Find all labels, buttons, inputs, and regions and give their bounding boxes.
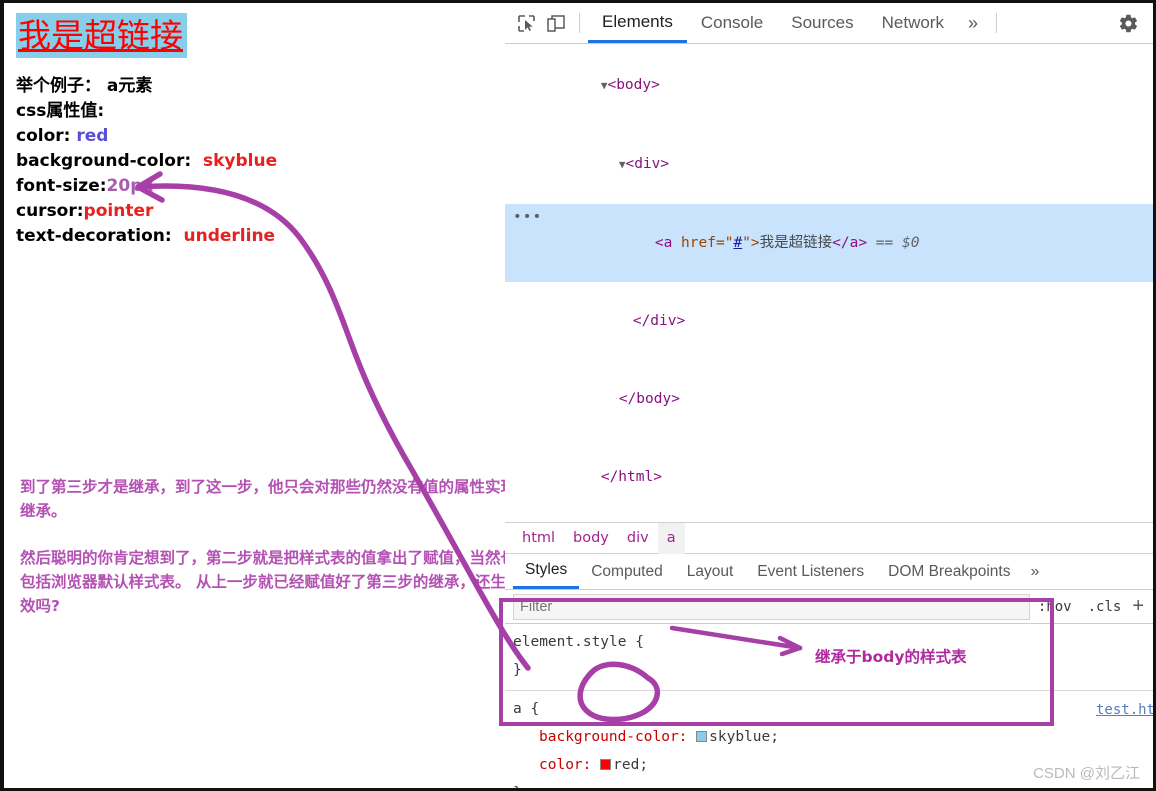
rule-selector: a { <box>513 701 540 717</box>
note-label: css属性值: <box>16 101 105 122</box>
declaration[interactable]: background-color: skyblue; <box>513 723 1153 751</box>
dom-line[interactable]: ▼<body> <box>505 46 1153 125</box>
filter-input[interactable] <box>513 593 1030 620</box>
declaration-value[interactable]: red; <box>613 757 648 773</box>
breadcrumb-item-html[interactable]: html <box>513 523 564 554</box>
breadcrumb-item-body[interactable]: body <box>564 523 618 554</box>
css-notes-list: 举个例子： a元素 css属性值: color: red background-… <box>16 74 505 249</box>
tab-network[interactable]: Network <box>868 3 958 43</box>
sidebar-tabs: Styles Computed Layout Event Listeners D… <box>505 554 1153 590</box>
screenshot-root: 我是超链接 举个例子： a元素 css属性值: color: red backg… <box>0 0 1156 791</box>
dom-line[interactable]: </html> <box>505 438 1153 516</box>
inherited-annotation-label: 继承于body的样式表 <box>815 648 967 666</box>
tab-dom-breakpoints[interactable]: DOM Breakpoints <box>876 554 1022 589</box>
web-page-pane: 我是超链接 举个例子： a元素 css属性值: color: red backg… <box>0 0 505 791</box>
note-value: underline <box>183 226 276 247</box>
note-row: font-size:20px <box>16 174 505 199</box>
note-row: css属性值: <box>16 99 505 124</box>
tab-event-listeners[interactable]: Event Listeners <box>745 554 876 589</box>
inspect-element-icon[interactable] <box>511 8 541 38</box>
toolbar-divider <box>579 13 580 33</box>
dom-tag-open: <a <box>654 235 682 251</box>
hyperlink-a-element[interactable]: 我是超链接 <box>16 13 187 59</box>
note-label: text-decoration: <box>16 226 172 247</box>
tab-styles[interactable]: Styles <box>513 554 580 589</box>
more-sidebar-tabs-chevron-icon[interactable]: » <box>1022 563 1047 581</box>
declaration-value[interactable]: skyblue; <box>709 729 779 745</box>
device-toolbar-icon[interactable] <box>541 8 571 38</box>
commentary-paragraph-1: 到了第三步才是继承，到了这一步，他只会对那些仍然没有值的属性实现继承。 <box>20 478 505 520</box>
dom-tag-close: </a> <box>832 235 868 251</box>
tab-console[interactable]: Console <box>687 3 777 43</box>
breadcrumb: html body div a <box>505 522 1153 554</box>
dom-attr-close: "> <box>742 235 760 251</box>
child-ellipsis-icon[interactable]: ••• <box>513 204 542 230</box>
commentary-paragraph-2: 然后聪明的你肯定想到了，第二步就是把样式表的值拿出了赋值，当然也包括浏览器默认样… <box>20 549 505 615</box>
dom-attr-value[interactable]: # <box>733 235 742 251</box>
note-label: background-color: <box>16 151 192 172</box>
dom-line[interactable]: ▼<div> <box>505 125 1153 204</box>
note-value: pointer <box>83 201 154 222</box>
declaration-property[interactable]: background-color: <box>513 729 687 745</box>
rule-origin-link[interactable]: test.ht <box>1096 696 1153 724</box>
note-row: color: red <box>16 124 505 149</box>
gear-icon[interactable] <box>1113 8 1143 38</box>
dom-line[interactable]: </body> <box>505 360 1153 438</box>
tab-computed[interactable]: Computed <box>579 554 675 589</box>
dom-tag: </div> <box>632 313 686 329</box>
dom-text-node: 我是超链接 <box>759 235 833 251</box>
devtools-pane: Elements Console Sources Network » ▼<bod… <box>505 0 1156 791</box>
dom-selected-marker: == $0 <box>875 235 920 251</box>
dom-line-selected[interactable]: ••• <a href="#">我是超链接</a> == $0 <box>505 204 1153 282</box>
new-style-rule-button[interactable]: + <box>1129 595 1147 618</box>
breadcrumb-item-div[interactable]: div <box>618 523 658 554</box>
hov-toggle-button[interactable]: :hov <box>1030 599 1080 615</box>
more-tabs-chevron-icon[interactable]: » <box>958 13 988 34</box>
declaration-property[interactable]: color: <box>513 757 591 773</box>
dom-tree[interactable]: ▼<body> ▼<div> ••• <a href="#">我是超链接</a> … <box>505 44 1153 522</box>
color-swatch[interactable] <box>600 759 612 770</box>
tab-sources[interactable]: Sources <box>777 3 867 43</box>
note-label: cursor: <box>16 201 84 222</box>
dom-tag: </html> <box>600 469 662 485</box>
note-label: 举个例子： <box>16 76 101 97</box>
dom-tag: <body> <box>607 77 660 93</box>
dom-attr-eq: =" <box>715 235 734 251</box>
tab-layout[interactable]: Layout <box>675 554 746 589</box>
styles-filter-bar: :hov .cls + <box>505 590 1153 624</box>
note-row: background-color: skyblue <box>16 149 505 174</box>
cls-toggle-button[interactable]: .cls <box>1080 599 1130 615</box>
note-value: 20px <box>106 176 154 197</box>
dom-tag: </body> <box>618 391 680 407</box>
note-row: text-decoration: underline <box>16 224 505 249</box>
breadcrumb-item-a[interactable]: a <box>657 522 685 554</box>
note-value: red <box>76 126 109 147</box>
dom-line[interactable]: </div> <box>505 282 1153 360</box>
dom-tag: <div> <box>625 156 670 172</box>
devtools-toolbar: Elements Console Sources Network » <box>505 3 1153 44</box>
watermark: CSDN @刘乙江 <box>1033 765 1140 782</box>
note-row: cursor:pointer <box>16 199 505 224</box>
note-label: font-size: <box>16 176 107 197</box>
color-swatch[interactable] <box>696 731 708 742</box>
note-row: 举个例子： a元素 <box>16 74 505 99</box>
note-value: a元素 <box>106 76 153 97</box>
toolbar-divider <box>996 13 997 33</box>
tab-elements[interactable]: Elements <box>588 3 687 43</box>
note-value: skyblue <box>202 151 278 172</box>
note-label: color: <box>16 126 71 147</box>
dom-attr-name: href <box>681 235 716 251</box>
web-page-content: 我是超链接 举个例子： a元素 css属性值: color: red backg… <box>4 3 505 249</box>
